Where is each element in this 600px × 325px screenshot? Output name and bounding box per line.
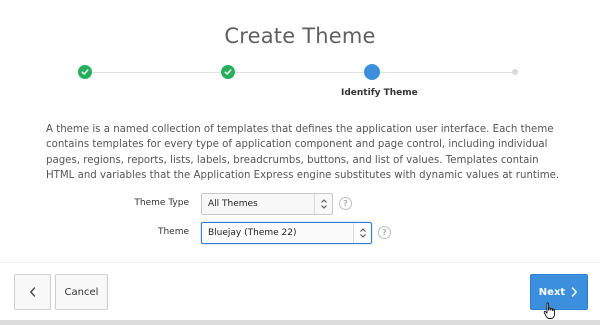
theme-type-select[interactable]: All Themes <box>201 193 333 215</box>
theme-description: A theme is a named collection of templat… <box>46 124 560 182</box>
cancel-button[interactable]: Cancel <box>55 274 108 310</box>
theme-label: Theme <box>157 227 189 237</box>
theme-type-label: Theme Type <box>134 198 189 208</box>
theme-type-row: Theme Type All Themes ? <box>0 193 600 215</box>
hand-cursor-icon <box>543 302 555 319</box>
step-4-pending <box>512 69 518 75</box>
theme-value: Bluejay (Theme 22) <box>208 228 297 238</box>
chevron-right-icon <box>571 287 578 297</box>
back-button[interactable] <box>14 274 51 310</box>
next-button-label: Next <box>538 286 566 298</box>
dialog-bottom-edge <box>0 320 600 325</box>
create-theme-dialog: Create Theme Identify Theme A theme is a… <box>0 0 600 320</box>
chevron-left-icon <box>29 287 35 297</box>
progress-track <box>84 72 516 73</box>
step-1-complete <box>78 65 92 79</box>
step-3-label: Identify Theme <box>341 88 418 98</box>
check-icon <box>81 69 89 75</box>
footer-divider <box>0 262 600 263</box>
help-icon[interactable]: ? <box>339 197 352 210</box>
theme-row: Theme Bluejay (Theme 22) ? <box>0 222 600 244</box>
select-arrows-icon <box>314 194 332 214</box>
page-title: Create Theme <box>224 24 376 48</box>
select-arrows-icon <box>353 223 371 243</box>
help-icon[interactable]: ? <box>378 226 391 239</box>
theme-select[interactable]: Bluejay (Theme 22) <box>201 222 372 244</box>
theme-type-value: All Themes <box>208 199 258 209</box>
step-3-current <box>364 64 380 80</box>
check-icon <box>224 69 232 75</box>
cancel-button-label: Cancel <box>64 286 99 298</box>
step-2-complete <box>221 65 235 79</box>
next-button[interactable]: Next <box>530 274 588 310</box>
